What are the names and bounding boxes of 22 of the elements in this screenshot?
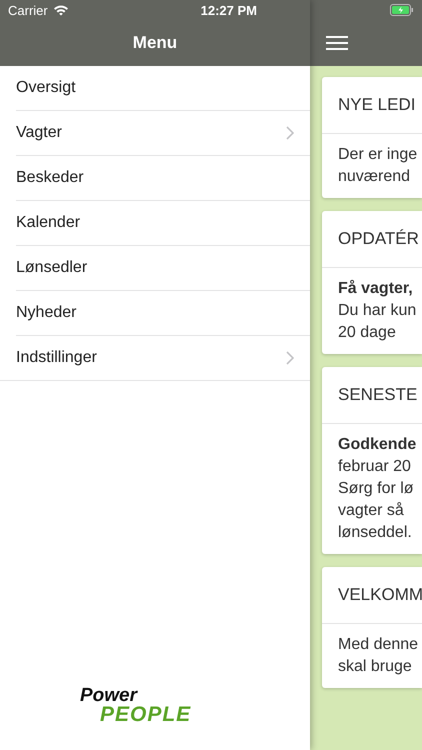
card-title: OPDATÉR xyxy=(322,211,422,268)
card-text: Med denne xyxy=(338,635,420,655)
card-text: Få vagter, xyxy=(338,278,414,299)
card-title: VELKOMM xyxy=(322,567,422,624)
logo: Power PEOPLE xyxy=(80,687,192,725)
card-text: nuværend xyxy=(338,167,412,187)
card-text: Sørg for lø xyxy=(338,479,415,499)
card-title: NYE LEDI xyxy=(322,77,422,134)
battery-icon xyxy=(390,4,414,16)
card-text: lønseddel. xyxy=(338,523,413,543)
wifi-icon xyxy=(52,4,69,16)
menu-title: Menu xyxy=(132,33,178,53)
status-time: 12:27 PM xyxy=(200,2,257,18)
carrier-label: Carrier xyxy=(8,2,48,18)
card-text: 20 dage xyxy=(338,323,397,343)
card-text: Godkende xyxy=(338,435,418,455)
card-text: Der er inge xyxy=(338,145,418,165)
card-text: vagter så xyxy=(338,501,405,521)
card-text: februar 20 xyxy=(338,457,412,477)
card-title: SENESTE xyxy=(322,367,422,424)
card-text: Du har kun xyxy=(338,301,418,321)
card-text: skal bruge xyxy=(338,657,413,677)
